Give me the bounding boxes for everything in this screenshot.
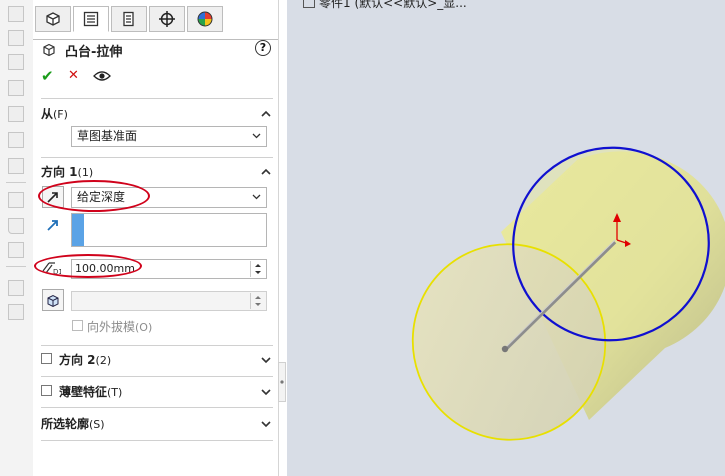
- property-manager-tab-icon: [83, 11, 99, 27]
- selection-focus-bar: [72, 214, 84, 246]
- spinner-arrows-icon: [255, 264, 261, 274]
- direction1-section-title: 方向 1(1): [41, 165, 94, 179]
- svg-text:D1: D1: [53, 268, 61, 275]
- from-combo[interactable]: 草图基准面: [71, 126, 267, 147]
- depth-value: 100.00mm: [75, 262, 135, 275]
- cancel-button[interactable]: ✕: [68, 66, 79, 86]
- view-cube-icon[interactable]: [8, 6, 24, 22]
- end-condition-value: 给定深度: [77, 190, 126, 204]
- chevron-down-icon[interactable]: [261, 355, 271, 365]
- selected-contours-section-header[interactable]: 所选轮廓(S): [41, 415, 273, 433]
- shaded-view-icon[interactable]: [8, 158, 24, 174]
- chevron-down-icon: [252, 194, 261, 200]
- tab-property-manager[interactable]: [73, 6, 109, 32]
- draft-outward-label: 向外拔模(O): [87, 320, 153, 334]
- manager-tabs: [33, 6, 278, 40]
- from-section-header[interactable]: 从(F): [41, 105, 273, 123]
- part-icon[interactable]: [8, 280, 24, 296]
- draft-toggle-button[interactable]: [42, 289, 64, 311]
- selected-contours-section-title: 所选轮廓(S): [41, 417, 105, 431]
- chevron-down-icon[interactable]: [261, 419, 271, 429]
- section-divider: [41, 345, 273, 346]
- direction2-section-header[interactable]: 方向 2(2): [41, 351, 273, 369]
- view-cube-icon[interactable]: [8, 192, 24, 208]
- feature-title-row: 凸台-拉伸 ?: [41, 40, 271, 60]
- toolbar-divider: [6, 182, 26, 183]
- draft-angle-input: [71, 291, 267, 311]
- display-icon[interactable]: [8, 242, 24, 258]
- from-combo-value: 草图基准面: [77, 129, 138, 143]
- panel-splitter-handle[interactable]: [278, 362, 286, 402]
- from-section-title: 从(F): [41, 107, 68, 121]
- dimxpert-manager-tab-icon: [159, 11, 175, 27]
- reverse-direction-button[interactable]: [42, 186, 64, 208]
- chevron-down-icon[interactable]: [261, 387, 271, 397]
- graphics-viewport[interactable]: 零件1 (默认<<默认>_显...: [287, 0, 725, 476]
- preview-eye-icon[interactable]: [93, 70, 111, 82]
- tab-dimxpert-manager[interactable]: [149, 6, 185, 32]
- splitter-grip-icon: [280, 380, 284, 384]
- section-divider: [41, 376, 273, 377]
- depth-spinner[interactable]: [250, 261, 265, 277]
- chevron-down-icon: [252, 133, 261, 139]
- feature-title: 凸台-拉伸: [65, 45, 123, 60]
- draft-angle-spinner: [250, 293, 265, 309]
- sketch-icon[interactable]: [8, 218, 24, 234]
- depth-input[interactable]: 100.00mm: [71, 259, 267, 279]
- draft-outward-checkbox[interactable]: [72, 320, 83, 331]
- tab-feature-manager[interactable]: [35, 6, 71, 32]
- draft-icon: [47, 294, 59, 308]
- ok-button[interactable]: ✔: [41, 66, 54, 86]
- configuration-manager-tab-icon: [123, 11, 134, 27]
- tab-display-manager[interactable]: [187, 6, 223, 32]
- boss-extrude-icon: [43, 43, 55, 57]
- section-divider: [41, 407, 273, 408]
- direction-vector-icon: [47, 220, 58, 231]
- view-cube-icon[interactable]: [8, 30, 24, 46]
- thin-feature-section-title: 薄壁特征(T): [59, 385, 123, 399]
- help-icon[interactable]: ?: [255, 40, 271, 56]
- view-cube-icon[interactable]: [8, 132, 24, 148]
- left-toolbar-strip: [0, 0, 34, 476]
- toolbar-divider: [6, 266, 26, 267]
- cylinder-preview: [411, 146, 725, 441]
- direction2-section-title: 方向 2(2): [59, 353, 112, 367]
- axis-start-point: [501, 345, 509, 353]
- thin-feature-section-header[interactable]: 薄壁特征(T): [41, 383, 273, 401]
- view-cube-icon[interactable]: [8, 106, 24, 122]
- direction1-section-header[interactable]: 方向 1(1): [41, 163, 273, 181]
- view-cube-icon[interactable]: [8, 80, 24, 96]
- feature-manager-tab-icon: [46, 12, 60, 26]
- tab-configuration-manager[interactable]: [111, 6, 147, 32]
- section-divider: [41, 98, 273, 99]
- property-manager-panel: 凸台-拉伸 ? ✔ ✕ 从(F) 草图基准面 方向 1(1) 给定深度 D1 1…: [33, 0, 279, 476]
- reverse-direction-arrow-icon: [47, 192, 58, 203]
- thin-feature-checkbox[interactable]: [41, 385, 52, 396]
- action-buttons: ✔ ✕: [41, 66, 161, 86]
- view-cube-icon[interactable]: [8, 54, 24, 70]
- section-divider: [41, 157, 273, 158]
- display-manager-tab-icon: [197, 11, 213, 27]
- end-condition-combo[interactable]: 给定深度: [71, 187, 267, 208]
- chevron-up-icon[interactable]: [261, 167, 271, 177]
- part-icon[interactable]: [8, 304, 24, 320]
- section-divider: [41, 440, 273, 441]
- depth-dimension-icon: D1: [42, 262, 61, 275]
- spinner-arrows-icon: [255, 296, 261, 306]
- direction-reference-selection-box[interactable]: [71, 213, 267, 247]
- chevron-up-icon[interactable]: [261, 109, 271, 119]
- direction2-checkbox[interactable]: [41, 353, 52, 364]
